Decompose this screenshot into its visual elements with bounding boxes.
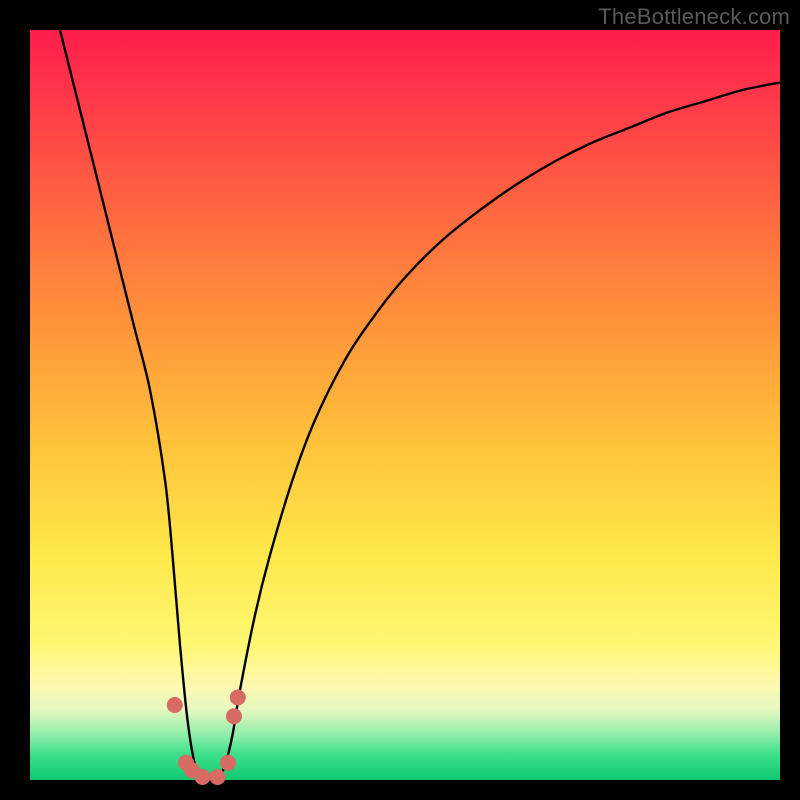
- watermark-text: TheBottleneck.com: [598, 4, 790, 30]
- marker-right-lower: [220, 755, 236, 771]
- plot-area-background: [30, 30, 780, 780]
- chart-stage: TheBottleneck.com: [0, 0, 800, 800]
- marker-right-mid-2: [230, 690, 246, 706]
- marker-bottom-1: [195, 769, 211, 785]
- bottleneck-plot: [0, 0, 800, 800]
- marker-left-upper: [167, 697, 183, 713]
- marker-bottom-2: [210, 769, 226, 785]
- marker-right-mid-1: [226, 708, 242, 724]
